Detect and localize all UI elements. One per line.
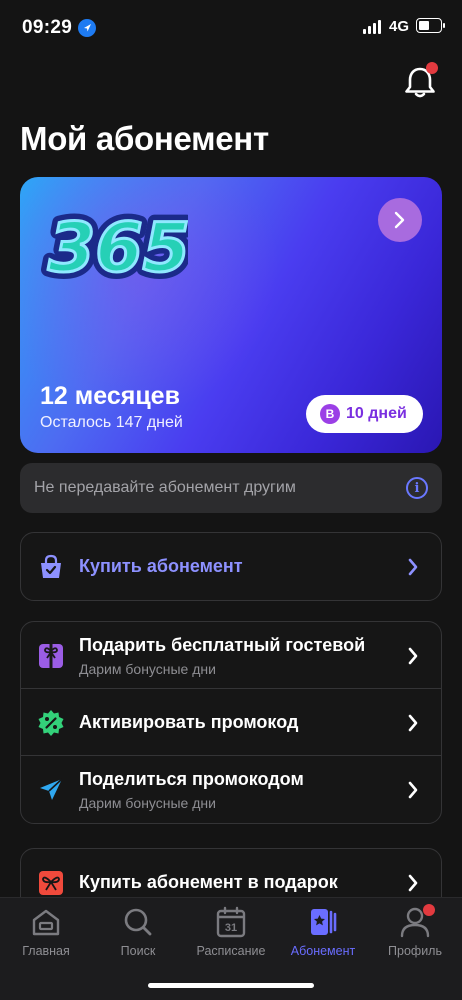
tab-home-label: Главная — [22, 944, 70, 958]
chevron-right-icon — [408, 874, 418, 892]
transfer-notice: Не передавайте абонемент другим i — [20, 463, 442, 513]
gift-guest-label: Подарить бесплатный гостевой — [79, 635, 366, 655]
chevron-right-icon — [408, 714, 418, 732]
chevron-right-icon — [408, 781, 418, 799]
notifications-button[interactable] — [400, 62, 440, 102]
gift-icon — [39, 644, 63, 668]
tab-schedule[interactable]: 31 Расписание — [186, 906, 276, 958]
info-icon[interactable]: i — [406, 477, 428, 499]
svg-text:365: 365 — [48, 209, 188, 288]
signal-icon — [363, 20, 381, 34]
subscription-duration: 12 месяцев — [40, 382, 180, 410]
gift-guest-row[interactable]: Подарить бесплатный гостевой Дарим бонус… — [21, 622, 441, 689]
chevron-right-icon — [394, 211, 405, 229]
share-promo-row[interactable]: Поделиться промокодом Дарим бонусные дни — [21, 756, 441, 823]
shopping-bag-icon — [41, 554, 61, 578]
buy-group: Купить абонемент — [20, 532, 442, 601]
logo-365: 365 365 — [41, 202, 188, 295]
membership-card-icon — [311, 909, 337, 935]
bonus-days-badge[interactable]: B 10 дней — [306, 395, 423, 433]
actions-group: Подарить бесплатный гостевой Дарим бонус… — [20, 621, 442, 824]
svg-text:31: 31 — [225, 922, 237, 934]
percent-badge-icon — [38, 710, 64, 736]
tab-profile-label: Профиль — [388, 944, 442, 958]
share-promo-sub: Дарим бонусные дни — [79, 795, 216, 811]
location-arrow-icon — [78, 19, 96, 37]
profile-notification-dot — [423, 904, 435, 916]
activate-promo-label: Активировать промокод — [79, 712, 299, 732]
gift-guest-sub: Дарим бонусные дни — [79, 661, 216, 677]
notification-dot — [426, 62, 438, 74]
status-bar: 09:29 4G — [0, 0, 462, 56]
home-indicator — [148, 983, 314, 988]
tab-schedule-label: Расписание — [196, 944, 266, 958]
tab-search-label: Поиск — [120, 944, 156, 958]
activate-promo-row[interactable]: Активировать промокод — [21, 689, 441, 756]
chevron-right-icon — [408, 558, 418, 576]
tab-membership-label: Абонемент — [290, 944, 356, 958]
tab-search[interactable]: Поиск — [93, 906, 183, 958]
calendar-icon: 31 — [216, 906, 246, 938]
buy-gift-label: Купить абонемент в подарок — [79, 872, 338, 892]
search-icon — [124, 908, 152, 936]
battery-icon — [416, 18, 445, 33]
bow-icon — [39, 871, 63, 895]
buy-subscription-label: Купить абонемент — [79, 556, 243, 576]
bonus-days-label: 10 дней — [346, 405, 407, 422]
bonus-b-icon: B — [320, 404, 340, 424]
share-promo-label: Поделиться промокодом — [79, 769, 304, 789]
status-time: 09:29 — [22, 17, 73, 38]
network-type: 4G — [389, 18, 410, 35]
tab-membership[interactable]: Абонемент — [278, 906, 368, 958]
send-icon — [40, 778, 63, 800]
subscription-remaining: Осталось 147 дней — [40, 414, 183, 431]
subscription-card[interactable]: 365 365 12 месяцев Осталось 147 дней B 1… — [20, 177, 442, 453]
buy-subscription-row[interactable]: Купить абонемент — [21, 533, 441, 600]
page-title: Мой абонемент — [20, 120, 269, 157]
card-open-button[interactable] — [378, 198, 422, 242]
tab-home[interactable]: Главная — [1, 906, 91, 958]
home-icon — [32, 909, 60, 936]
notice-text: Не передавайте абонемент другим — [34, 479, 296, 496]
tab-profile[interactable]: Профиль — [370, 904, 460, 958]
chevron-right-icon — [408, 647, 418, 665]
